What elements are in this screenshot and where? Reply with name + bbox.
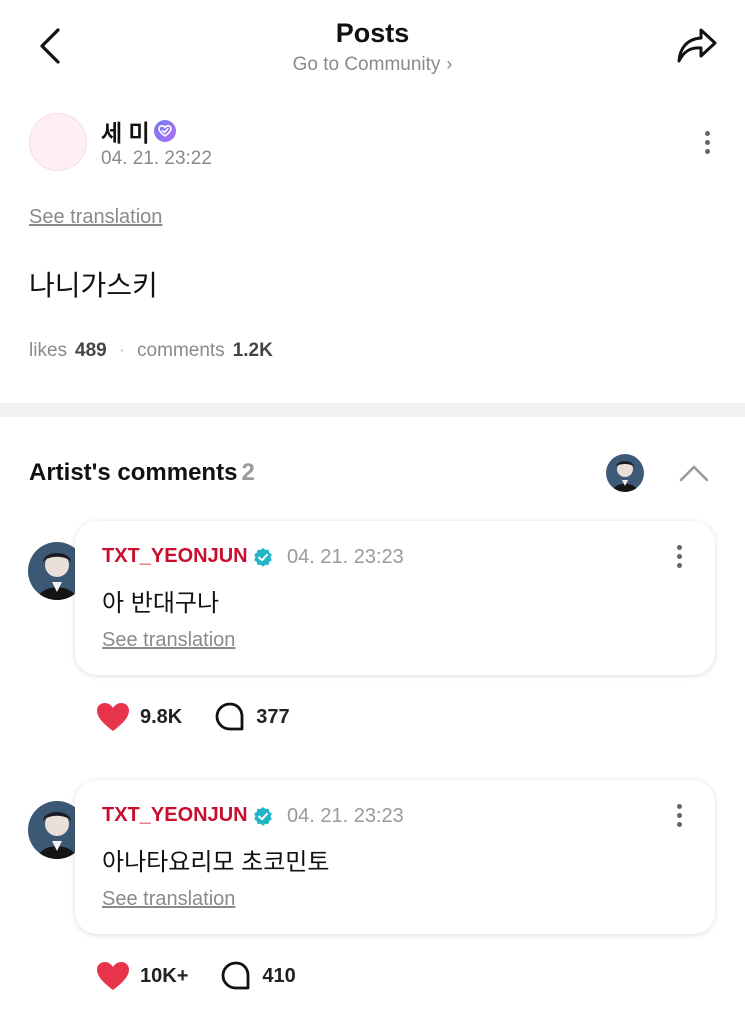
like-count: 9.8K bbox=[140, 705, 183, 728]
commenter-name-row[interactable]: TXT_YEONJUN bbox=[102, 545, 273, 568]
heart-icon bbox=[97, 962, 129, 990]
reply-button[interactable]: 410 bbox=[220, 960, 296, 992]
author-name: 세 미 bbox=[101, 120, 150, 146]
stats-separator: · bbox=[118, 340, 126, 361]
post-body: 나니가스키 bbox=[29, 270, 158, 301]
like-button[interactable]: 9.8K bbox=[96, 702, 182, 732]
artist-comments-count: 2 bbox=[241, 459, 255, 486]
page-title: Posts bbox=[335, 18, 410, 48]
comment-actions: 10K+ 410 bbox=[96, 958, 328, 994]
post-stats: likes 489 · comments 1.2K bbox=[29, 340, 273, 362]
verified-badge-icon bbox=[253, 547, 272, 567]
see-translation-link[interactable]: See translation bbox=[29, 206, 162, 229]
go-to-community-label: Go to Community bbox=[292, 54, 441, 75]
artist-comments-title: Artist's comments 2 bbox=[29, 459, 255, 487]
reply-count: 377 bbox=[256, 705, 290, 728]
go-to-community-link[interactable]: Go to Community › bbox=[0, 54, 745, 76]
comment-timestamp: 04. 21. 23:23 bbox=[287, 546, 404, 568]
comment-text: 아나타요리모 초코민토 bbox=[102, 849, 330, 876]
commenter-name-row[interactable]: TXT_YEONJUN bbox=[102, 804, 273, 827]
author-avatar[interactable] bbox=[29, 113, 87, 171]
see-translation-link[interactable]: See translation bbox=[102, 888, 235, 911]
comments-label: comments bbox=[137, 340, 225, 361]
speech-bubble-icon bbox=[215, 702, 244, 731]
speech-bubble-icon bbox=[221, 961, 250, 990]
post-timestamp: 04. 21. 23:22 bbox=[101, 148, 212, 169]
post-more-options-icon[interactable] bbox=[697, 122, 717, 162]
likes-label: likes bbox=[29, 340, 68, 361]
artist-avatar-small[interactable] bbox=[606, 454, 644, 492]
comment-text: 아 반대구나 bbox=[102, 590, 220, 617]
comment-more-options-icon[interactable] bbox=[669, 795, 689, 835]
like-count: 10K+ bbox=[140, 964, 189, 987]
author-name-row[interactable]: 세 미 bbox=[101, 114, 176, 148]
section-divider bbox=[0, 403, 745, 417]
share-arrow-icon bbox=[677, 28, 717, 63]
share-button[interactable] bbox=[673, 22, 721, 70]
verified-badge-icon bbox=[253, 806, 272, 826]
comments-count: 1.2K bbox=[232, 340, 273, 361]
comment-card: TXT_YEONJUN 04. 21. 23:23 아 반대구나 See tra… bbox=[75, 521, 715, 675]
likes-count: 489 bbox=[75, 340, 107, 361]
collapse-button[interactable] bbox=[676, 455, 712, 491]
see-translation-link[interactable]: See translation bbox=[102, 629, 235, 652]
reply-button[interactable]: 377 bbox=[214, 701, 290, 733]
top-bar: Posts Go to Community › bbox=[0, 0, 745, 95]
comment-more-options-icon[interactable] bbox=[669, 536, 689, 576]
heart-icon bbox=[97, 703, 129, 731]
comment-timestamp: 04. 21. 23:23 bbox=[287, 805, 404, 827]
artist-comments-label: Artist's comments bbox=[29, 459, 238, 486]
comment-actions: 9.8K 377 bbox=[96, 699, 322, 735]
verified-heart-badge-icon bbox=[153, 120, 176, 142]
chevron-right-icon: › bbox=[446, 54, 453, 74]
comment-card: TXT_YEONJUN 04. 21. 23:23 아나타요리모 초코민토 Se… bbox=[75, 780, 715, 934]
commenter-name: TXT_YEONJUN bbox=[102, 804, 248, 826]
chevron-up-icon bbox=[679, 465, 709, 482]
commenter-name: TXT_YEONJUN bbox=[102, 545, 248, 567]
like-button[interactable]: 10K+ bbox=[96, 961, 188, 991]
reply-count: 410 bbox=[262, 964, 296, 987]
